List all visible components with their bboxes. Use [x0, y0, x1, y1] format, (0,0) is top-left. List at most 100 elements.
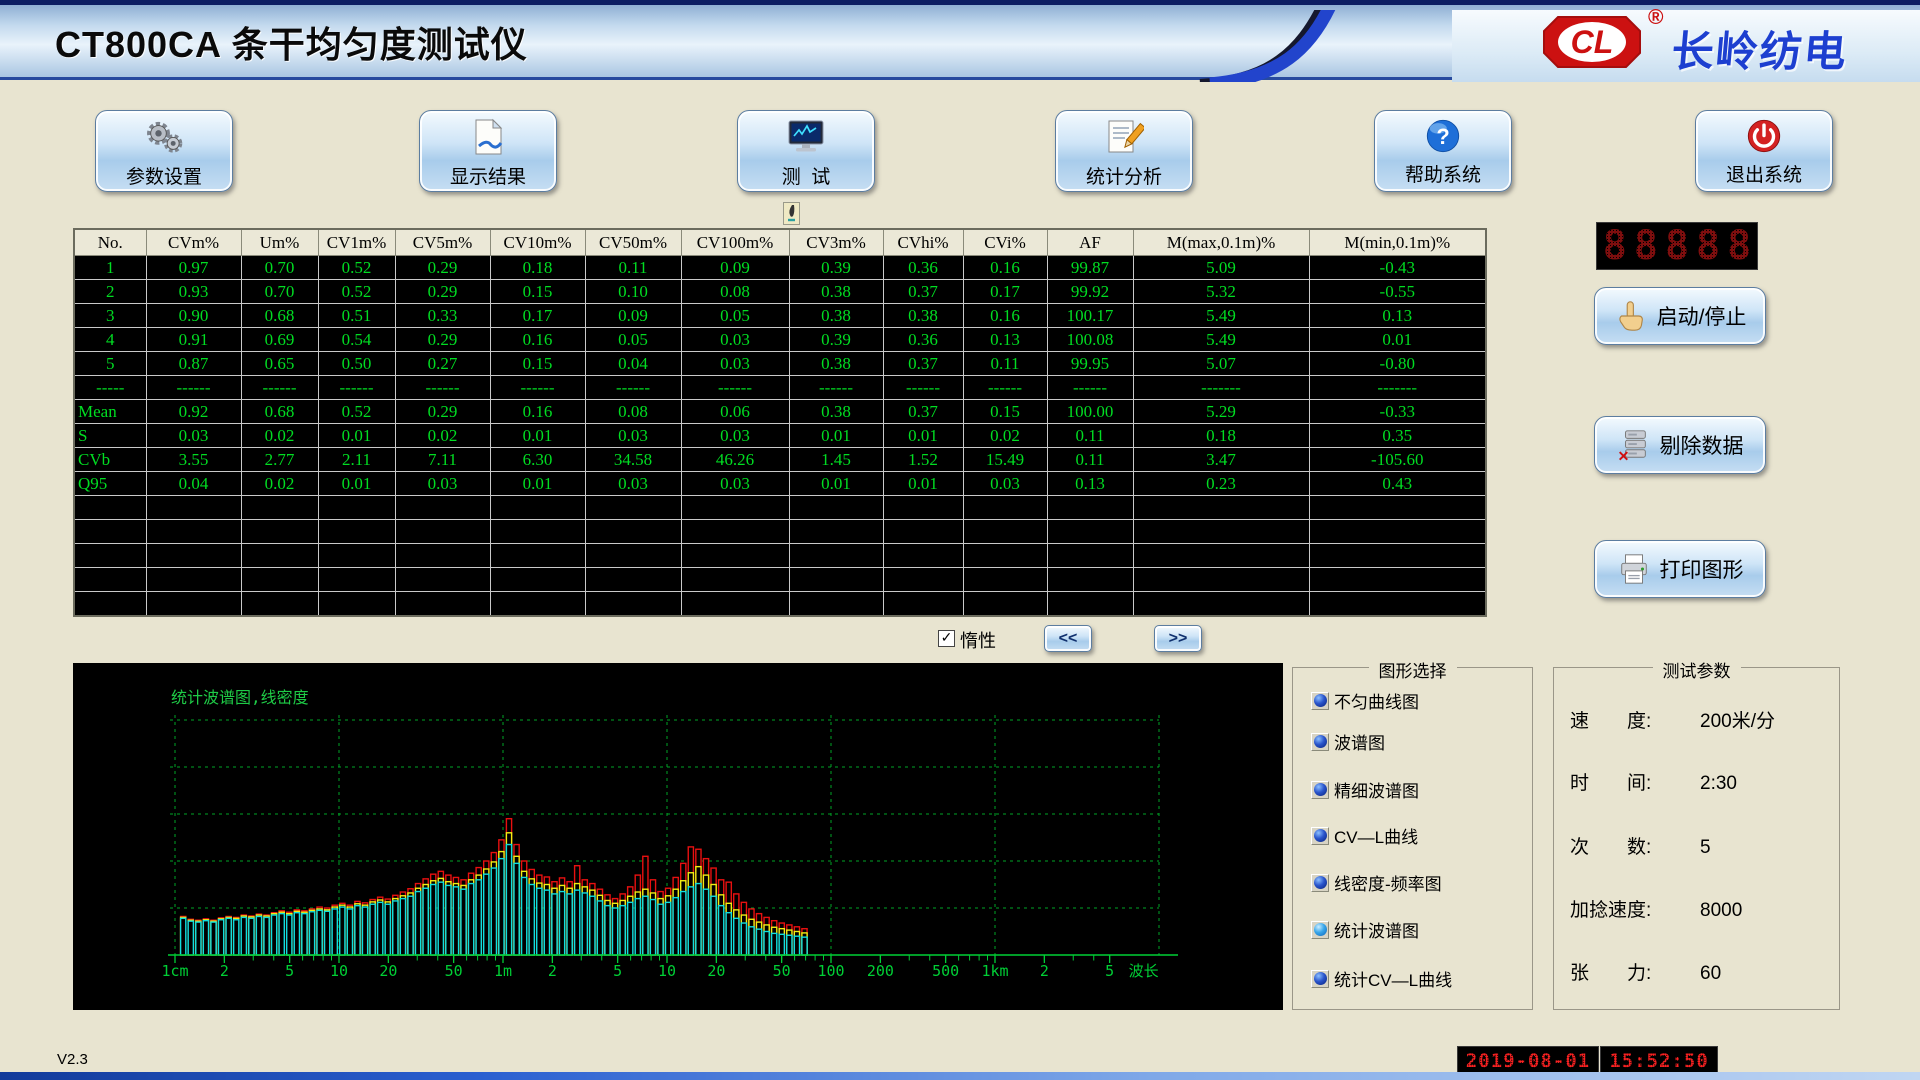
table-cell: 0.09 — [585, 304, 681, 328]
graph-option-7[interactable]: 统计CV—L曲线 — [1311, 966, 1452, 991]
radio-orb-icon[interactable] — [1311, 970, 1329, 988]
prev-page-button[interactable]: << — [1044, 625, 1092, 652]
version-label: V2.3 — [57, 1051, 88, 1068]
table-cell: 0.18 — [490, 256, 585, 280]
chart-title: 统计波谱图,线密度 — [171, 688, 309, 707]
table-cell-empty — [490, 568, 585, 592]
table-cell-empty — [241, 568, 318, 592]
test-param-value: 2:30 — [1700, 773, 1737, 794]
start-stop-label: 启动/停止 — [1657, 301, 1747, 331]
clock-time-display: 15:52:50 — [1600, 1046, 1718, 1075]
toolbar-results-label: 显示结果 — [450, 162, 526, 189]
test-params-panel: 测试参数 速 度:200米/分时 间:2:30次 数:5加捻速度:8000张 力… — [1553, 667, 1840, 1010]
toolbar-test-button[interactable]: 测 试 — [737, 110, 875, 192]
table-cell: ------- — [1309, 376, 1486, 400]
table-cell-empty — [1047, 568, 1133, 592]
x-axis-tick-label: 100 — [817, 962, 844, 980]
table-empty-row — [74, 592, 1486, 617]
graph-option-6[interactable]: 统计波谱图 — [1311, 917, 1419, 942]
toolbar-results-button[interactable]: 显示结果 — [419, 110, 557, 192]
table-cell-empty — [490, 592, 585, 617]
inertia-checkbox[interactable]: ✓ — [938, 630, 955, 647]
table-cell: 0.38 — [883, 304, 963, 328]
table-cell: 0.38 — [789, 400, 883, 424]
table-cell: 0.13 — [1047, 472, 1133, 496]
table-header-cell: Um% — [241, 229, 318, 256]
table-cell-empty — [1047, 520, 1133, 544]
test-param-label: 时 间: — [1570, 768, 1700, 795]
toolbar-help-button[interactable]: ?帮助系统 — [1374, 110, 1512, 192]
table-cell: 5.09 — [1133, 256, 1309, 280]
table-cell: 0.38 — [789, 304, 883, 328]
table-cell: 0.02 — [241, 472, 318, 496]
table-cell: 0.65 — [241, 352, 318, 376]
table-cell: 0.35 — [1309, 424, 1486, 448]
radio-orb-icon — [1314, 694, 1327, 707]
table-cell: 0.16 — [490, 400, 585, 424]
table-cell-empty — [146, 568, 241, 592]
graph-option-label: 精细波谱图 — [1334, 777, 1419, 802]
table-cell: 0.16 — [490, 328, 585, 352]
table-cell: 0.11 — [1047, 448, 1133, 472]
table-cell: 0.92 — [146, 400, 241, 424]
toolbar-exit-button[interactable]: 退出系统 — [1695, 110, 1833, 192]
table-cell: 0.11 — [963, 352, 1047, 376]
table-cell: 0.37 — [883, 400, 963, 424]
radio-orb-icon[interactable] — [1311, 827, 1329, 845]
table-header-cell: CV50m% — [585, 229, 681, 256]
table-cell: 0.16 — [963, 256, 1047, 280]
table-header-cell: No. — [74, 229, 146, 256]
table-row-label: CVb — [74, 448, 146, 472]
table-cell: 0.01 — [318, 424, 395, 448]
radio-orb-icon[interactable] — [1311, 733, 1329, 751]
table-header-row: No.CVm%Um%CV1m%CV5m%CV10m%CV50m%CV100m%C… — [74, 229, 1486, 256]
toolbar-params-button[interactable]: 参数设置 — [95, 110, 233, 192]
test-params-title: 测试参数 — [1653, 657, 1741, 682]
table-cell: 0.05 — [585, 328, 681, 352]
table-cell: 0.69 — [241, 328, 318, 352]
table-cell-empty — [1047, 592, 1133, 617]
x-axis-tick-label: 5 — [613, 962, 622, 980]
test-param-row: 次 数:5 — [1570, 832, 1711, 859]
table-row-label: S — [74, 424, 146, 448]
table-cell-empty — [883, 496, 963, 520]
table-cell: 0.15 — [490, 280, 585, 304]
radio-orb-icon[interactable] — [1311, 921, 1329, 939]
next-page-button[interactable]: >> — [1154, 625, 1202, 652]
print-graph-button[interactable]: 打印图形 — [1594, 540, 1766, 598]
graph-option-2[interactable]: 波谱图 — [1311, 729, 1385, 754]
pencil-icon — [1104, 117, 1144, 162]
remove-data-button[interactable]: ✕ 剔除数据 — [1594, 416, 1766, 474]
radio-orb-icon[interactable] — [1311, 874, 1329, 892]
table-cell: 0.39 — [789, 328, 883, 352]
table-cell: ------ — [963, 376, 1047, 400]
table-cell-empty — [395, 520, 490, 544]
graph-option-5[interactable]: 线密度-频率图 — [1311, 870, 1442, 895]
graph-option-4[interactable]: CV—L曲线 — [1311, 823, 1418, 848]
toolbar-params-label: 参数设置 — [126, 162, 202, 189]
table-cell: 0.36 — [883, 328, 963, 352]
table-cell-empty — [789, 520, 883, 544]
table-cell: 0.01 — [318, 472, 395, 496]
table-cell: 0.52 — [318, 400, 395, 424]
table-cell-empty — [74, 568, 146, 592]
table-cell: 6.30 — [490, 448, 585, 472]
start-stop-button[interactable]: 启动/停止 — [1594, 287, 1766, 345]
table-cell: ------ — [490, 376, 585, 400]
table-cell: 0.03 — [681, 328, 789, 352]
radio-orb-icon[interactable] — [1311, 781, 1329, 799]
table-header-cell: AF — [1047, 229, 1133, 256]
table-cell: -0.33 — [1309, 400, 1486, 424]
x-axis-title: 波长 — [1129, 962, 1159, 980]
table-cell-empty — [74, 496, 146, 520]
test-param-value: 8000 — [1700, 900, 1742, 921]
graph-option-3[interactable]: 精细波谱图 — [1311, 777, 1419, 802]
table-cell: 7.11 — [395, 448, 490, 472]
table-row: S0.030.020.010.020.010.030.030.010.010.0… — [74, 424, 1486, 448]
radio-orb-icon[interactable] — [1311, 692, 1329, 710]
x-axis-tick-label: 200 — [867, 962, 894, 980]
table-cell: ------ — [789, 376, 883, 400]
toolbar-stats-button[interactable]: 统计分析 — [1055, 110, 1193, 192]
table-cell: 0.70 — [241, 280, 318, 304]
graph-option-1[interactable]: 不匀曲线图 — [1311, 688, 1419, 713]
